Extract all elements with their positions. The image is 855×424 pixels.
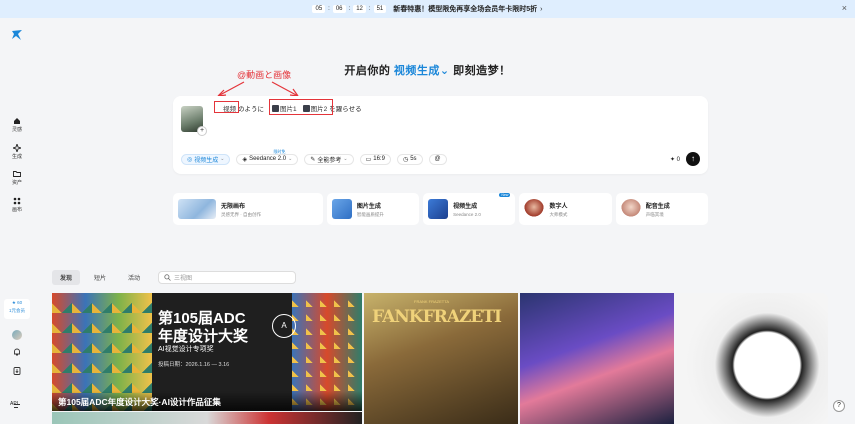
tab-events[interactable]: 活动 [120, 270, 148, 285]
card-thumbnail [620, 199, 641, 219]
sidebar-item-generate[interactable]: 生成 [0, 144, 34, 160]
ratio-icon: ▭ [365, 156, 372, 163]
card-thumbnail [178, 199, 216, 219]
tab-shorts[interactable]: 短片 [86, 270, 114, 285]
model-tag: 限时免 [273, 148, 286, 154]
menu-icon[interactable] [12, 401, 22, 411]
chevron-down-icon: ⌄ [220, 156, 225, 162]
card-thumbnail [331, 199, 352, 219]
card-voice-generation[interactable]: 配音生成 声临其境 [615, 193, 708, 225]
avatar[interactable] [12, 330, 22, 340]
sidebar-item-inspiration[interactable]: 灵感 [0, 117, 34, 133]
sidebar-item-canvas[interactable]: 画布 [0, 197, 34, 213]
gallery-item-adc[interactable]: 第105届ADC 年度设计大奖 AI视觉设计专项奖 投稿日期：2026.1.16… [52, 293, 362, 411]
sidebar-item-label: 资产 [11, 180, 22, 186]
model-icon: ◈ [242, 156, 248, 163]
ratio-select[interactable]: ▭ 16:9 [359, 153, 391, 165]
gallery-item-frazetta[interactable]: FRANK FRAZETTA FANKFRAZETI [364, 293, 518, 424]
countdown-hours: 05 [312, 5, 326, 13]
sidebar: 灵感 生成 资产 画布 ★ 60 1元会员 API [0, 18, 34, 424]
folder-icon [13, 171, 21, 177]
send-button[interactable]: ↑ [686, 152, 700, 166]
credits-value: ★ 60 [11, 300, 23, 305]
sidebar-item-label: 生成 [11, 154, 22, 160]
app-logo[interactable] [10, 28, 24, 42]
chevron-down-icon: ⌄ [439, 65, 450, 77]
sidebar-item-assets[interactable]: 资产 [0, 170, 34, 186]
chevron-down-icon: ⌄ [343, 156, 348, 162]
countdown-ms: 51 [373, 5, 387, 13]
sparkle-icon [13, 144, 21, 152]
reference-select[interactable]: ✎ 全能参考 ⌄ [304, 153, 354, 165]
mention-button[interactable]: @ [428, 153, 447, 165]
clock-icon: ◷ [402, 156, 409, 163]
search-placeholder: 三视图 [174, 276, 193, 282]
sidebar-item-label: 画布 [11, 207, 22, 213]
countdown-minutes: 06 [332, 5, 346, 13]
arrow-up-icon: ↑ [691, 154, 695, 163]
video-icon: ◎ [187, 156, 193, 163]
help-button[interactable]: ? [833, 400, 845, 412]
gallery-caption: 第105届ADC年度设计大奖·AI设计作品征集 [52, 391, 362, 411]
model-select[interactable]: ◈ Seedance 2.0 ⌄ 限时免 [236, 149, 299, 165]
page-title: 开启你的 视频生成⌄ 即刻造梦！ [344, 65, 511, 77]
feature-cards: 无限画布 灵感无界 · 自由创作 图片生成 智能画质提升 视频生成 Seedance … [173, 193, 708, 225]
new-badge: New [499, 193, 511, 197]
credits-badge[interactable]: ★ 60 1元会员 [4, 299, 30, 319]
home-icon [14, 118, 20, 124]
card-digital-human[interactable]: 数字人 大师模式 [519, 193, 612, 225]
card-image-generation[interactable]: 图片生成 智能画质提升 [326, 193, 420, 225]
sidebar-item-label: 灵感 [11, 127, 22, 133]
duration-select[interactable]: ◷ 5s [396, 153, 423, 165]
card-infinite-canvas[interactable]: 无限画布 灵感无界 · 自由创作 [173, 193, 323, 225]
canvas-icon [13, 197, 21, 205]
chevron-right-icon: › [540, 5, 543, 13]
promo-banner[interactable]: 05 : 06 : 12 : 51 新春特惠！模型限免再享全场会员年卡限时5折 … [0, 0, 855, 18]
close-icon[interactable]: × [842, 3, 847, 13]
card-thumbnail [524, 199, 545, 219]
mode-dropdown[interactable]: 视频生成⌄ [394, 65, 450, 77]
countdown-seconds: 12 [353, 5, 366, 13]
credit-icon: ✦ [669, 156, 675, 163]
adc-logo: A [272, 314, 296, 338]
add-reference-button[interactable]: + [197, 126, 207, 136]
feed-tabs: 发现 短片 活动 三视图 [52, 270, 297, 285]
tab-discover[interactable]: 发现 [52, 270, 81, 285]
card-video-generation[interactable]: 视频生成 Seedance 2.0 New [423, 193, 516, 225]
highlight-box-images [269, 99, 333, 115]
bell-icon[interactable] [12, 347, 22, 357]
gallery-item-hockey[interactable] [520, 293, 674, 424]
gallery-item-lower[interactable] [52, 412, 362, 424]
gallery-item-astronaut[interactable] [676, 293, 828, 424]
credits-label: 1元会员 [8, 308, 25, 313]
card-thumbnail [428, 199, 449, 219]
credit-cost: ✦ 0 [669, 156, 680, 163]
search-icon [164, 274, 171, 281]
download-icon[interactable] [12, 366, 22, 376]
prompt-composer[interactable]: + 视频 のように 图片1 图片2 を躍らせる ◎ 视频生成 ⌄ ◈ Seeda… [173, 96, 708, 174]
mode-select[interactable]: ◎ 视频生成 ⌄ [181, 153, 231, 165]
gallery-grid: 第105届ADC 年度设计大奖 AI视觉设计专项奖 投稿日期：2026.1.16… [52, 293, 828, 424]
highlight-box-video [214, 101, 239, 113]
promo-text[interactable]: 新春特惠！模型限免再享全场会员年卡限时5折 [393, 4, 537, 14]
search-input[interactable]: 三视图 [158, 271, 297, 284]
reference-icon: ✎ [310, 156, 316, 163]
chevron-down-icon: ⌄ [288, 156, 293, 162]
at-icon: @ [434, 156, 441, 162]
composer-toolbar: ◎ 视频生成 ⌄ ◈ Seedance 2.0 ⌄ 限时免 ✎ 全能参考 ⌄ ▭… [181, 149, 700, 166]
